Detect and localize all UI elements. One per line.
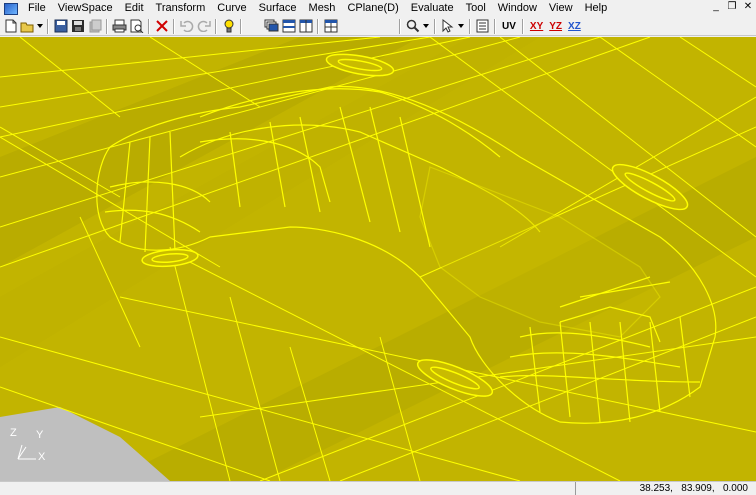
toolbar-separator	[240, 18, 242, 34]
menu-curve[interactable]: Curve	[211, 0, 252, 17]
save-as-icon[interactable]	[52, 18, 69, 35]
menu-view[interactable]: View	[543, 0, 579, 17]
menu-window[interactable]: Window	[492, 0, 543, 17]
menu-help[interactable]: Help	[579, 0, 614, 17]
uv-cplane-button[interactable]: UV	[499, 18, 519, 35]
toolbar-separator	[215, 18, 217, 34]
redo-icon[interactable]	[195, 18, 212, 35]
open-dropdown-icon[interactable]	[36, 18, 44, 35]
main-toolbar: UV XY YZ XZ	[0, 17, 756, 36]
menu-bar: File ViewSpace Edit Transform Curve Surf…	[0, 0, 756, 17]
xy-cplane-button[interactable]: XY	[527, 18, 546, 35]
app-icon[interactable]	[4, 2, 18, 15]
menu-viewspace[interactable]: ViewSpace	[52, 0, 119, 17]
tile-horizontal-icon[interactable]	[280, 18, 297, 35]
toolbar-separator	[173, 18, 175, 34]
menu-evaluate[interactable]: Evaluate	[405, 0, 460, 17]
menu-transform[interactable]: Transform	[150, 0, 212, 17]
perspective-viewport[interactable]: Z Y X	[0, 37, 756, 481]
print-icon[interactable]	[111, 18, 128, 35]
tile-vertical-icon[interactable]	[297, 18, 314, 35]
properties-icon[interactable]	[474, 18, 491, 35]
xz-cplane-button[interactable]: XZ	[565, 18, 584, 35]
open-folder-icon[interactable]	[19, 18, 36, 35]
select-dropdown-icon[interactable]	[456, 18, 466, 35]
zoom-dropdown-icon[interactable]	[421, 18, 431, 35]
help-lightbulb-icon[interactable]	[220, 18, 237, 35]
select-cursor-icon[interactable]	[439, 18, 456, 35]
menu-tool[interactable]: Tool	[460, 0, 492, 17]
menu-mesh[interactable]: Mesh	[303, 0, 342, 17]
zoom-icon[interactable]	[404, 18, 421, 35]
axis-x-label: X	[38, 451, 46, 463]
new-file-icon[interactable]	[2, 18, 19, 35]
close-button[interactable]: ✕	[740, 0, 756, 14]
toolbar-separator	[434, 18, 436, 34]
toolbar-separator	[494, 18, 496, 34]
toolbar-separator	[521, 18, 524, 34]
toolbar-separator	[106, 18, 108, 34]
delete-icon[interactable]	[153, 18, 170, 35]
four-viewports-icon[interactable]	[322, 18, 339, 35]
cascade-windows-icon[interactable]	[263, 18, 280, 35]
toolbar-separator	[47, 18, 49, 34]
yz-cplane-button[interactable]: YZ	[546, 18, 565, 35]
menu-surface[interactable]: Surface	[253, 0, 303, 17]
window-controls: _ ❐ ✕	[708, 0, 756, 15]
toolbar-separator	[317, 18, 319, 34]
axis-z-label: Z	[10, 427, 17, 439]
copy-disabled-icon[interactable]	[86, 18, 103, 35]
status-bar: 38.253, 83.909, 0.000	[0, 481, 756, 495]
coordinate-readout: 38.253, 83.909, 0.000	[639, 483, 748, 494]
menu-cplane[interactable]: CPlane(D)	[341, 0, 404, 17]
toolbar-separator	[148, 18, 150, 34]
toolbar-separator	[399, 18, 401, 34]
minimize-button[interactable]: _	[708, 0, 724, 14]
restore-button[interactable]: ❐	[724, 0, 740, 14]
print-preview-icon[interactable]	[128, 18, 145, 35]
menu-file[interactable]: File	[22, 0, 52, 17]
save-icon[interactable]	[69, 18, 86, 35]
axis-indicator: Z Y X	[8, 425, 52, 465]
axis-y-label: Y	[36, 429, 44, 441]
undo-icon[interactable]	[178, 18, 195, 35]
toolbar-separator	[469, 18, 471, 34]
wireframe-model	[0, 37, 756, 481]
menu-edit[interactable]: Edit	[119, 0, 150, 17]
